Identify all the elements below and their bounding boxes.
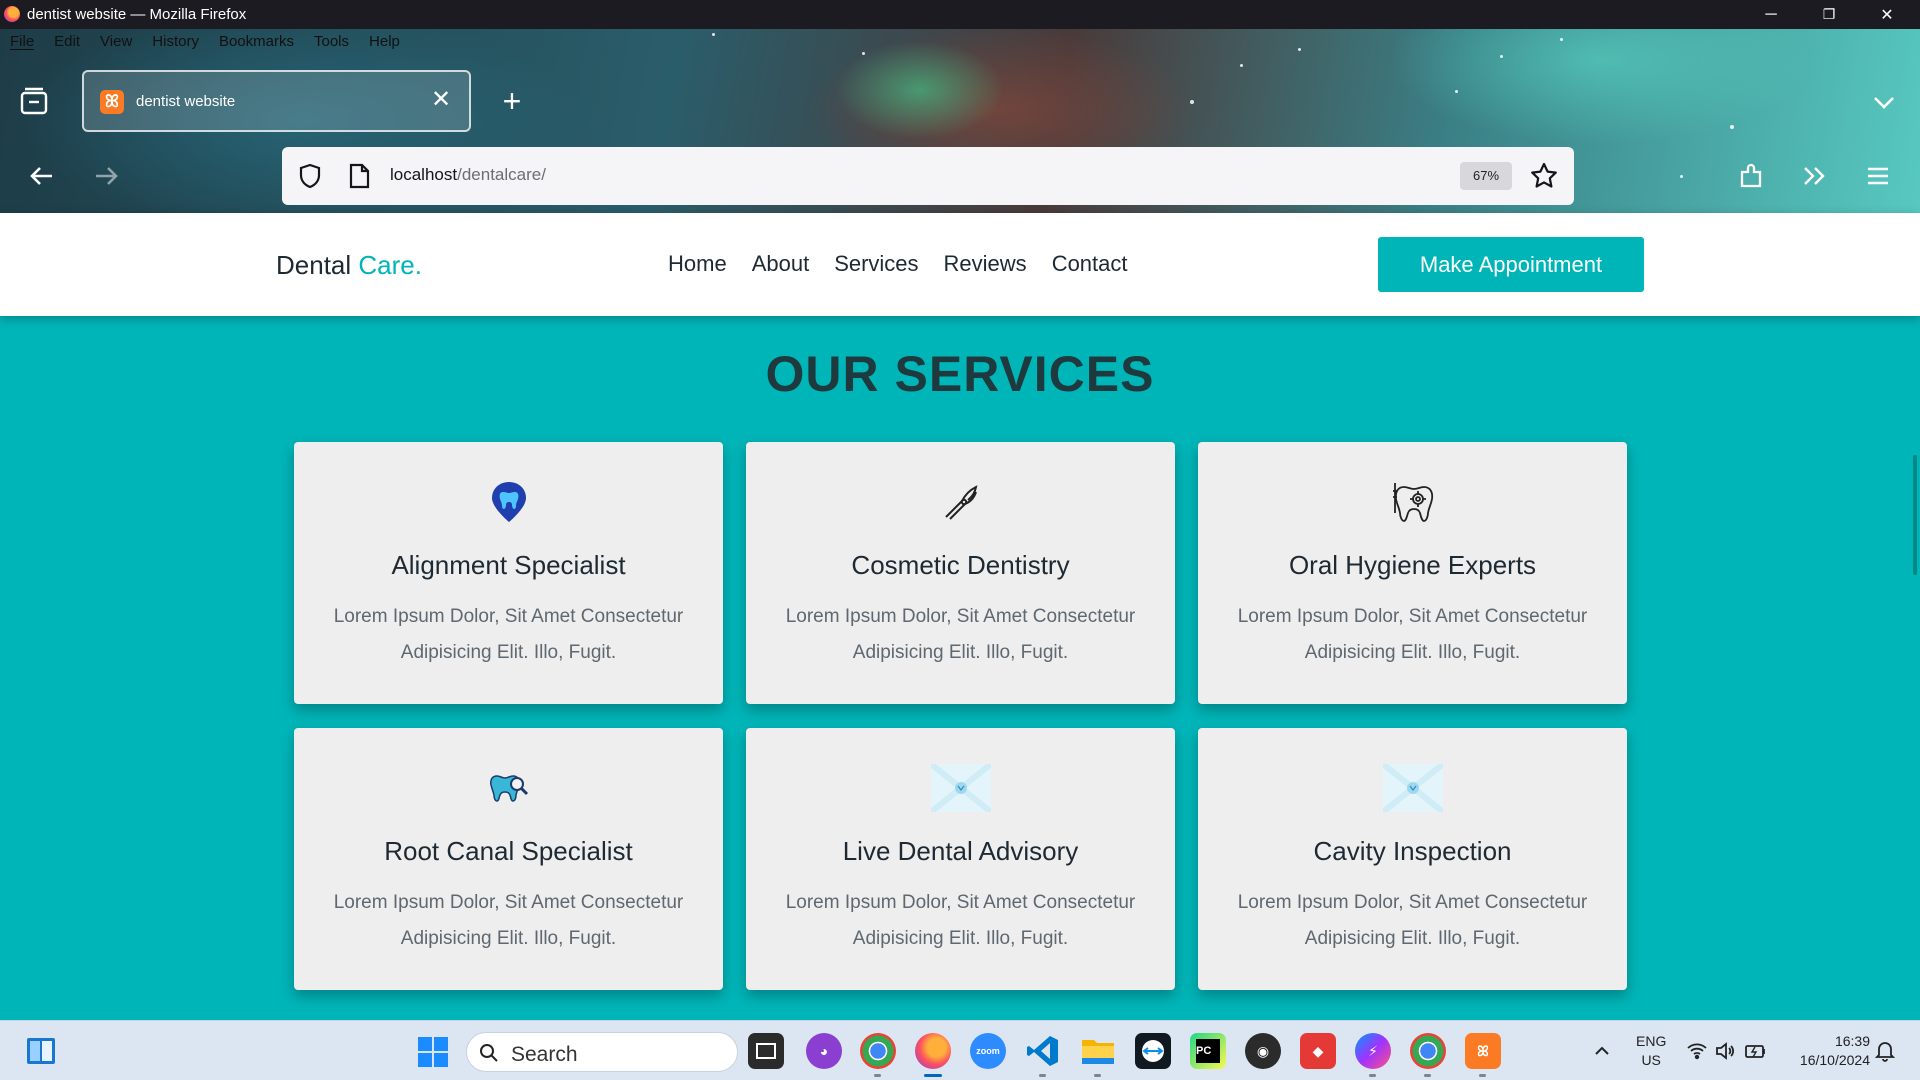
notification-bell-icon[interactable] [1874, 1039, 1896, 1063]
nav-reviews[interactable]: Reviews [944, 251, 1027, 277]
inspection-image-icon [1382, 762, 1443, 814]
service-title: Root Canal Specialist [384, 836, 633, 866]
site-logo[interactable]: Dental Care. [276, 250, 422, 281]
extensions-puzzle-icon[interactable] [1736, 160, 1768, 192]
battery-charging-icon[interactable] [1744, 1040, 1766, 1062]
nav-contact[interactable]: Contact [1052, 251, 1128, 277]
vscode-icon[interactable] [1025, 1033, 1061, 1077]
service-card: Alignment Specialist Lorem Ipsum Dolor, … [294, 442, 723, 704]
teamviewer-icon[interactable] [1135, 1033, 1171, 1069]
dental-pliers-icon [931, 476, 991, 528]
start-windows-icon[interactable] [418, 1037, 448, 1067]
clipchamp-icon[interactable]: ◕ [806, 1033, 842, 1069]
firefox-taskbar-icon[interactable] [915, 1033, 951, 1077]
chrome-profile-1-icon[interactable] [860, 1033, 896, 1077]
tooth-magnifier-icon [479, 762, 539, 814]
search-icon [480, 1044, 498, 1062]
menu-tools[interactable]: Tools [304, 29, 359, 55]
site-header: Dental Care. Home About Services Reviews… [0, 213, 1920, 316]
minimize-button[interactable]: ─ [1742, 0, 1800, 29]
new-tab-button[interactable]: + [494, 84, 530, 120]
messenger-icon[interactable]: ⚡ [1355, 1033, 1391, 1077]
service-card: Oral Hygiene Experts Lorem Ipsum Dolor, … [1198, 442, 1627, 704]
service-card: Cavity Inspection Lorem Ipsum Dolor, Sit… [1198, 728, 1627, 990]
menu-view[interactable]: View [90, 29, 142, 55]
menu-bar: File Edit View History Bookmarks Tools H… [0, 29, 410, 55]
address-bar[interactable]: localhost/dentalcare/ 67% [282, 147, 1574, 205]
nav-about[interactable]: About [752, 251, 810, 277]
service-description: Lorem Ipsum Dolor, Sit Amet Consectetur … [785, 892, 1136, 949]
section-title: OUR SERVICES [765, 346, 1155, 402]
menu-bookmarks[interactable]: Bookmarks [209, 29, 304, 55]
service-card: Cosmetic Dentistry Lorem Ipsum Dolor, Si… [746, 442, 1175, 704]
anydesk-icon[interactable]: ◆ [1300, 1033, 1336, 1069]
chrome-profile-2-icon[interactable] [1410, 1033, 1446, 1077]
menu-file[interactable]: File [0, 29, 44, 55]
browser-tab[interactable]: ꕤ dentist website ✕ [82, 70, 471, 132]
service-description: Lorem Ipsum Dolor, Sit Amet Consectetur … [333, 606, 684, 663]
nav-services[interactable]: Services [834, 251, 918, 277]
service-description: Lorem Ipsum Dolor, Sit Amet Consectetur … [785, 606, 1136, 663]
service-card: Root Canal Specialist Lorem Ipsum Dolor,… [294, 728, 723, 990]
advisory-image-icon [930, 762, 991, 814]
service-title: Live Dental Advisory [842, 836, 1079, 866]
firefox-logo-icon [4, 6, 20, 22]
volume-icon[interactable] [1714, 1040, 1736, 1062]
menu-history[interactable]: History [142, 29, 209, 55]
tooth-gear-icon [1383, 476, 1443, 528]
more-tools-chevrons-icon[interactable] [1798, 160, 1830, 192]
service-title: Alignment Specialist [391, 550, 626, 580]
tooth-pin-icon [479, 476, 539, 528]
input-language-indicator[interactable]: ENG US [1636, 1032, 1666, 1070]
firefox-view-icon[interactable] [15, 82, 53, 120]
zoom-icon[interactable]: zoom [970, 1033, 1006, 1069]
service-title: Cavity Inspection [1313, 836, 1512, 866]
list-all-tabs-chevron-icon[interactable] [1868, 86, 1900, 118]
widgets-icon[interactable] [26, 1037, 56, 1065]
service-title: Cosmetic Dentistry [851, 550, 1070, 580]
make-appointment-button[interactable]: Make Appointment [1378, 237, 1644, 292]
app-menu-hamburger-icon[interactable] [1862, 160, 1894, 192]
wifi-icon[interactable] [1686, 1040, 1708, 1062]
xampp-icon[interactable]: ꕤ [1465, 1033, 1501, 1077]
show-hidden-icons-chevron-icon[interactable] [1590, 1039, 1614, 1063]
xampp-favicon-icon: ꕤ [100, 90, 124, 114]
search-placeholder: Search [511, 1043, 578, 1066]
system-clock[interactable]: 16:39 16/10/2024 [1786, 1032, 1870, 1070]
windows-taskbar: Search ◕ zoom PC ◉ ◆ ⚡ ꕤ ENG US 16:39 16… [0, 1020, 1920, 1080]
browser-chrome: dentist website — Mozilla Firefox ─ ❐ ✕ … [0, 0, 1920, 213]
url-text[interactable]: localhost/dentalcare/ [390, 165, 546, 185]
service-description: Lorem Ipsum Dolor, Sit Amet Consectetur … [1237, 892, 1588, 949]
nav-home[interactable]: Home [668, 251, 727, 277]
restore-button[interactable]: ❐ [1800, 0, 1858, 29]
service-card: Live Dental Advisory Lorem Ipsum Dolor, … [746, 728, 1175, 990]
menu-edit[interactable]: Edit [44, 29, 90, 55]
menu-help[interactable]: Help [359, 29, 410, 55]
pycharm-icon[interactable]: PC [1190, 1033, 1226, 1069]
service-description: Lorem Ipsum Dolor, Sit Amet Consectetur … [1237, 606, 1588, 663]
window-title: dentist website — Mozilla Firefox [27, 6, 247, 23]
zoom-level-badge[interactable]: 67% [1460, 162, 1512, 190]
bookmark-star-icon[interactable] [1528, 160, 1560, 192]
file-explorer-icon[interactable] [1080, 1033, 1116, 1077]
tracking-protection-shield-icon[interactable] [296, 162, 324, 190]
page-info-icon[interactable] [346, 162, 372, 190]
site-nav: Home About Services Reviews Contact [668, 251, 1128, 277]
service-description: Lorem Ipsum Dolor, Sit Amet Consectetur … [333, 892, 684, 949]
tab-title: dentist website [136, 93, 236, 110]
tab-close-icon[interactable]: ✕ [427, 86, 455, 114]
close-window-button[interactable]: ✕ [1858, 0, 1916, 29]
service-title: Oral Hygiene Experts [1288, 550, 1537, 580]
window-titlebar: dentist website — Mozilla Firefox ─ ❐ ✕ [0, 0, 1920, 29]
task-view-icon[interactable] [748, 1033, 784, 1069]
back-arrow-icon[interactable] [26, 160, 58, 192]
forward-arrow-icon[interactable] [90, 160, 122, 192]
taskbar-search-box[interactable]: Search [466, 1032, 738, 1072]
obs-studio-icon[interactable]: ◉ [1245, 1033, 1281, 1069]
page-scrollbar[interactable] [1913, 455, 1917, 575]
